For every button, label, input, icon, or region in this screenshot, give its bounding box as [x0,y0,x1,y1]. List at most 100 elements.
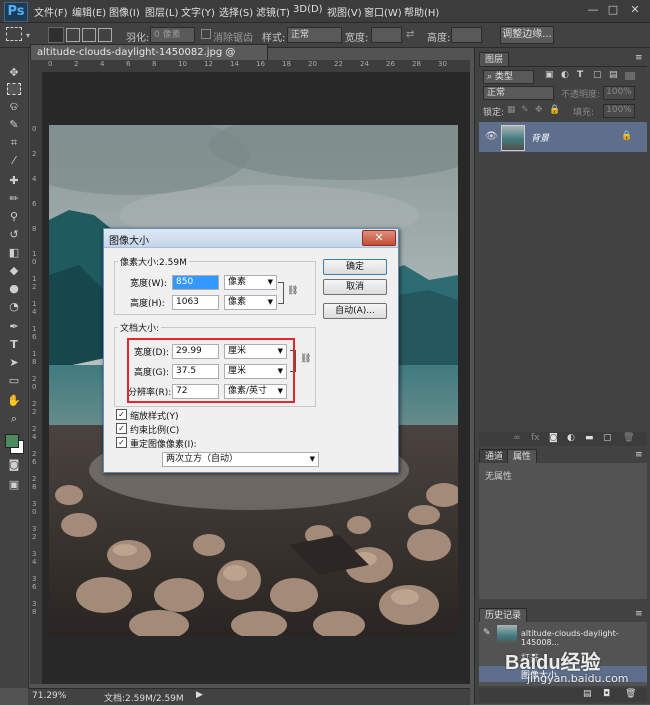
lock-position-icon[interactable]: ✥ [535,105,543,115]
chevron-down-icon[interactable]: ▾ [26,31,30,40]
width-input[interactable] [371,27,402,43]
menu-filter[interactable]: 滤镜(T) [256,4,290,19]
brush-tool-icon[interactable]: ✏ [6,192,22,206]
quick-mask-icon[interactable]: ◙ [6,458,22,472]
menu-help[interactable]: 帮助(H) [404,4,439,19]
trash-icon[interactable]: 🗑 [625,689,636,699]
filter-smart-icon[interactable]: ▤ [609,70,618,80]
scale-styles-checkbox[interactable]: ✓ [116,409,127,420]
constrain-checkbox[interactable]: ✓ [116,423,127,434]
menu-layer[interactable]: 图层(L) [145,4,178,19]
panel-menu-icon[interactable]: ≡ [635,609,643,619]
layer-name[interactable]: 背景 [531,131,549,144]
trash-icon[interactable]: 🗑 [623,433,634,443]
adjustment-icon[interactable]: ◐ [567,433,575,443]
foreground-color-swatch[interactable] [5,434,19,448]
auto-button[interactable]: 自动(A)... [323,303,387,319]
marquee-tool-icon[interactable] [6,27,22,41]
feather-input[interactable]: 0 像素 [150,27,195,43]
dialog-close-button[interactable]: ✕ [362,230,396,246]
dialog-titlebar[interactable]: 图像大小 ✕ [104,229,398,248]
menu-image[interactable]: 图像(I) [109,4,140,19]
new-selection-icon[interactable] [48,27,64,43]
group-folder-icon[interactable]: ▬ [585,433,594,443]
menu-view[interactable]: 视图(V) [327,4,362,19]
rectangle-tool-icon[interactable]: ▭ [6,374,22,388]
history-brush-source-icon[interactable]: ✎ [483,628,491,638]
link-layers-icon[interactable]: ∞ [513,433,521,443]
opacity-input[interactable]: 100% [603,86,635,100]
style-select[interactable]: 正常 [287,27,342,43]
layer-row-background[interactable]: 👁 背景 🔒 [479,122,647,152]
intersect-selection-icon[interactable] [98,28,112,42]
resample-checkbox[interactable]: ✓ [116,437,127,448]
menu-type[interactable]: 文字(Y) [181,4,215,19]
path-select-tool-icon[interactable]: ➤ [6,356,22,370]
close-window-button[interactable]: ✕ [626,2,644,18]
add-selection-icon[interactable] [66,28,80,42]
panel-menu-icon[interactable]: ≡ [635,53,643,63]
screen-mode-icon[interactable]: ▣ [6,478,22,492]
subtract-selection-icon[interactable] [82,28,96,42]
minimize-button[interactable]: — [584,2,602,18]
lock-all-icon[interactable]: 🔒 [549,105,560,115]
clone-stamp-tool-icon[interactable]: ⚲ [6,210,22,224]
tab-properties[interactable]: 属性 [507,449,538,464]
menu-select[interactable]: 选择(S) [219,4,253,19]
tab-history[interactable]: 历史记录 [479,608,528,623]
rect-marquee-tool-icon[interactable] [7,83,21,95]
fx-icon[interactable]: fx [531,433,540,443]
zoom-level[interactable]: 71.29% [32,691,66,701]
new-document-icon[interactable]: ▤ [583,689,592,699]
menu-file[interactable]: 文件(F) [34,4,68,19]
healing-brush-tool-icon[interactable]: ✚ [6,174,22,188]
blend-mode-select[interactable]: 正常 [483,86,554,100]
dodge-tool-icon[interactable]: ◔ [6,300,22,314]
fill-input[interactable]: 100% [603,104,635,118]
layer-filter-select[interactable]: ⌕ 类型 [483,70,534,84]
document-tab[interactable]: altitude-clouds-daylight-1450082.jpg @ 7… [30,44,268,74]
pen-tool-icon[interactable]: ✒ [6,320,22,334]
menu-edit[interactable]: 编辑(E) [72,4,106,19]
lasso-tool-icon[interactable]: ଡ [6,100,22,114]
blur-tool-icon[interactable]: ● [6,282,22,296]
cancel-button[interactable]: 取消 [323,279,387,295]
tab-channels[interactable]: 通道 [479,449,510,464]
ok-button[interactable]: 确定 [323,259,387,275]
filter-shape-icon[interactable]: ▢ [593,70,602,80]
menu-window[interactable]: 窗口(W) [364,4,402,19]
filter-pixel-icon[interactable]: ▣ [545,70,554,80]
px-width-input[interactable]: 850 [172,275,219,290]
eraser-tool-icon[interactable]: ◧ [6,246,22,260]
px-height-unit-select[interactable]: 像素 ▼ [224,295,277,310]
move-tool-icon[interactable]: ✥ [6,66,22,80]
panel-menu-icon[interactable]: ≡ [635,450,643,460]
history-brush-tool-icon[interactable]: ↺ [6,228,22,242]
antialias-checkbox[interactable] [201,29,211,39]
visibility-eye-icon[interactable]: 👁 [485,131,498,142]
history-snapshot[interactable]: ✎ altitude-clouds-daylight-145008... [479,624,647,647]
type-tool-icon[interactable]: T [6,338,22,352]
zoom-tool-icon[interactable]: ⌕ [6,412,22,426]
px-width-unit-select[interactable]: 像素 ▼ [224,275,277,290]
mask-icon[interactable]: ◙ [549,433,558,443]
hand-tool-icon[interactable]: ✋ [6,394,22,408]
tab-layers[interactable]: 图层 [479,52,510,67]
new-layer-icon[interactable]: ▢ [603,433,612,443]
maximize-button[interactable]: □ [604,2,622,18]
filter-type-icon[interactable]: T [577,70,583,80]
refine-edge-button[interactable]: 调整边缘... [500,26,554,44]
swap-icon[interactable]: ⇄ [406,29,414,40]
status-menu-arrow-icon[interactable]: ▶ [196,690,203,700]
lock-image-icon[interactable]: ✎ [521,105,529,115]
lock-transparent-icon[interactable]: ▦ [507,105,516,115]
filter-toggle-icon[interactable] [625,72,635,80]
menu-3d[interactable]: 3D(D) [293,4,323,15]
quick-select-tool-icon[interactable]: ✎ [6,118,22,132]
paint-bucket-tool-icon[interactable]: ◆ [6,264,22,278]
eyedropper-tool-icon[interactable]: ⁄ [6,154,22,168]
crop-tool-icon[interactable]: ⌗ [6,136,22,150]
height-input[interactable] [451,27,482,43]
filter-adjust-icon[interactable]: ◐ [561,70,569,80]
resample-method-select[interactable]: 两次立方（自动） ▼ [162,452,319,467]
